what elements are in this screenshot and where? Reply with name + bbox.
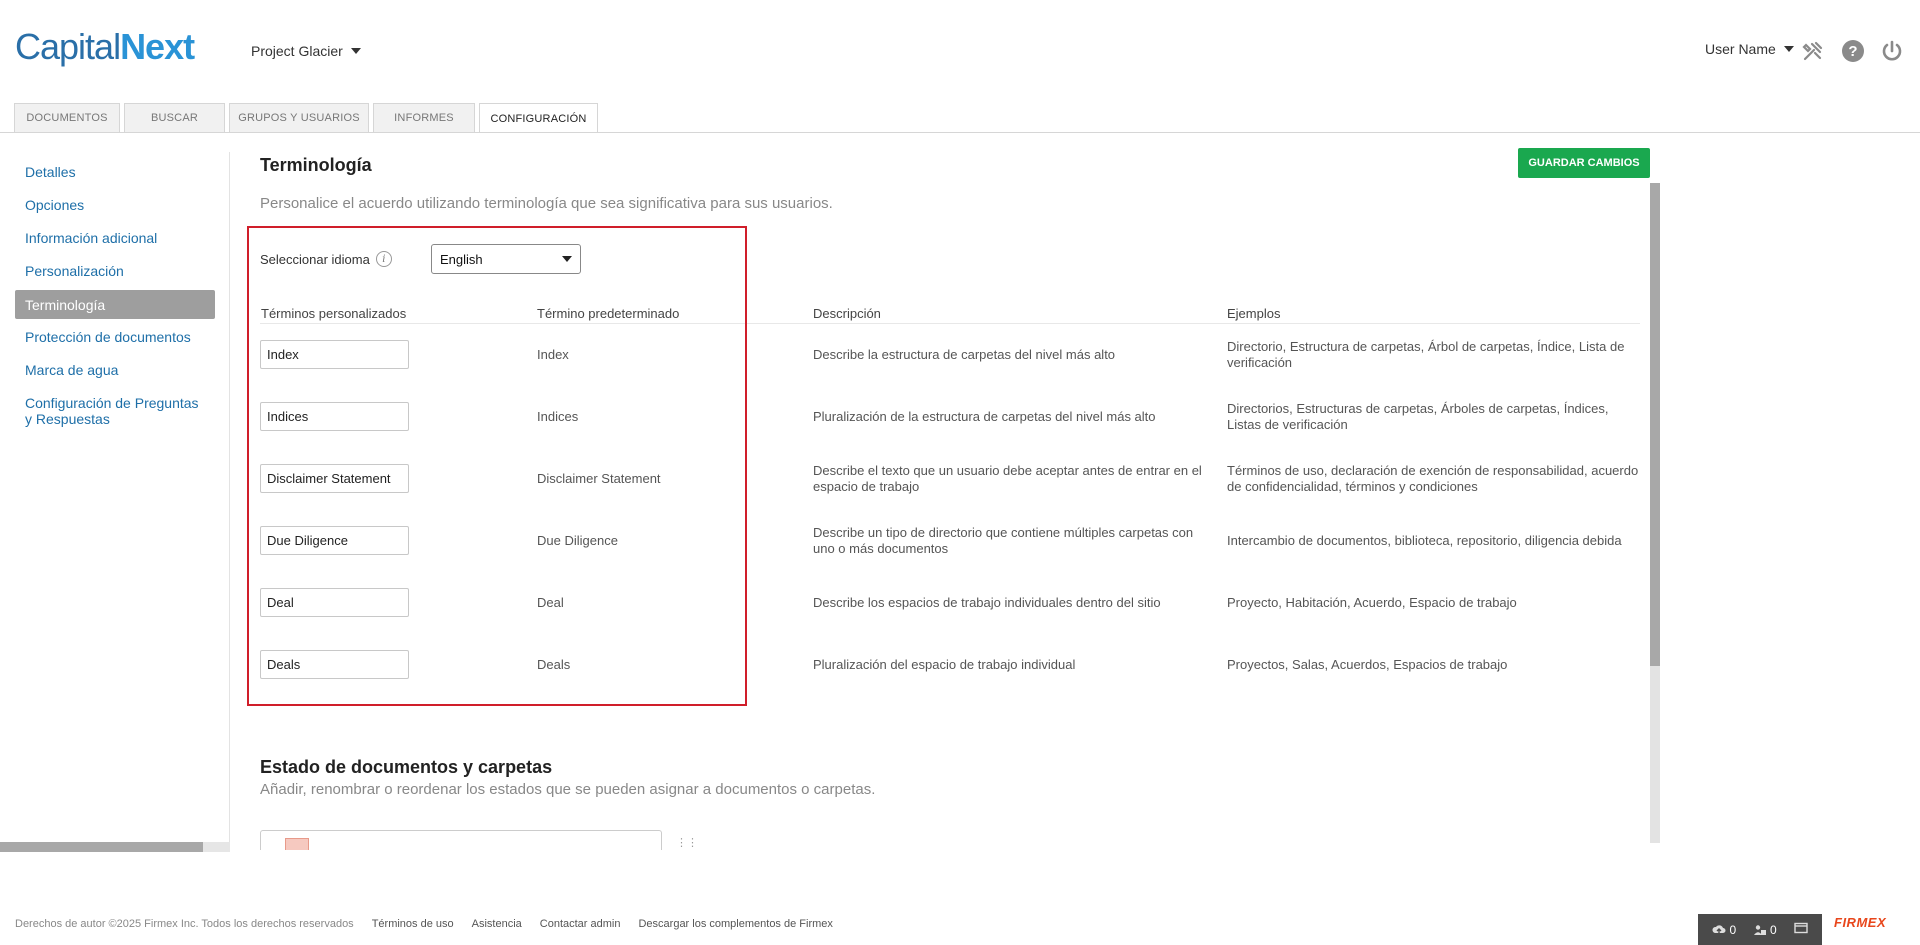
sidebar-divider (229, 152, 230, 852)
sidebar-item-opciones[interactable]: Opciones (15, 197, 215, 213)
page-title: Terminología (260, 155, 372, 175)
project-selector[interactable]: Project Glacier (251, 43, 361, 59)
term-description: Describe los espacios de trabajo individ… (813, 595, 1161, 610)
status-tray: 0 0 (1698, 914, 1822, 945)
term-examples: Proyectos, Salas, Acuerdos, Espacios de … (1227, 657, 1508, 672)
content-scrollbar-thumb[interactable] (1650, 183, 1660, 666)
column-header-description: Descripción (813, 306, 881, 321)
tab-informes[interactable]: INFORMES (373, 103, 475, 132)
sidebar-item-informacion-adicional[interactable]: Información adicional (15, 230, 215, 246)
page-subtitle: Personalice el acuerdo utilizando termin… (260, 195, 833, 212)
term-examples: Directorio, Estructura de carpetas, Árbo… (1227, 339, 1625, 370)
copyright: Derechos de autor ©2025 Firmex Inc. Todo… (15, 918, 354, 930)
term-description: Describe la estructura de carpetas del n… (813, 347, 1116, 362)
footer-link-asistencia[interactable]: Asistencia (472, 918, 522, 930)
tab-documentos[interactable]: DOCUMENTOS (14, 103, 120, 132)
users-icon (1754, 924, 1766, 935)
tools-icon[interactable] (1800, 38, 1826, 64)
sidebar-item-proteccion-documentos[interactable]: Protección de documentos (15, 329, 215, 345)
tab-buscar[interactable]: BUSCAR (124, 103, 225, 132)
tab-divider (0, 132, 1920, 133)
term-examples: Proyecto, Habitación, Acuerdo, Espacio d… (1227, 595, 1517, 610)
sidebar-item-personalizacion[interactable]: Personalización (15, 263, 215, 279)
tab-configuracion[interactable]: CONFIGURACIÓN (479, 103, 598, 133)
term-description: Describe un tipo de directorio que conti… (813, 525, 1194, 556)
term-description: Pluralización del espacio de trabajo ind… (813, 657, 1076, 672)
user-menu[interactable]: User Name (1705, 41, 1794, 57)
capitalnext-logo: CapitalNext (15, 26, 195, 67)
users-status[interactable]: 0 (1753, 923, 1777, 937)
column-header-examples: Ejemplos (1227, 306, 1281, 321)
term-examples: Términos de uso, declaración de exención… (1227, 463, 1639, 494)
status-item[interactable] (260, 830, 662, 850)
user-name: User Name (1705, 41, 1776, 57)
sidebar-scrollbar-thumb[interactable] (0, 842, 203, 852)
drag-handle-icon[interactable]: ⋮⋮ (676, 836, 698, 849)
term-examples: Intercambio de documentos, biblioteca, r… (1227, 533, 1622, 548)
upload-status[interactable]: 0 (1712, 923, 1736, 937)
sidebar-item-marca-agua[interactable]: Marca de agua (15, 362, 215, 378)
term-description: Describe el texto que un usuario debe ac… (813, 463, 1202, 494)
upload-icon (1712, 924, 1726, 934)
window-icon[interactable] (1793, 922, 1808, 937)
main-tabs: DOCUMENTOS BUSCAR GRUPOS Y USUARIOS INFO… (14, 103, 598, 133)
chevron-down-icon (350, 48, 361, 54)
term-examples: Directorios, Estructuras de carpetas, Ár… (1227, 401, 1609, 432)
help-icon[interactable]: ? (1840, 38, 1866, 64)
footer-link-contactar[interactable]: Contactar admin (540, 918, 621, 930)
highlight-box (247, 226, 747, 706)
sidebar-item-terminologia[interactable]: Terminología (15, 290, 215, 319)
footer-link-descargar[interactable]: Descargar los complementos de Firmex (638, 918, 832, 930)
status-color-swatch[interactable] (285, 838, 309, 850)
section-title-estado: Estado de documentos y carpetas (260, 757, 553, 777)
sidebar-item-preguntas-respuestas[interactable]: Configuración de Preguntas y Respuestas (15, 395, 215, 427)
project-name: Project Glacier (251, 43, 343, 59)
term-description: Pluralización de la estructura de carpet… (813, 409, 1156, 424)
footer: Derechos de autor ©2025 Firmex Inc. Todo… (15, 918, 833, 930)
svg-text:?: ? (1848, 43, 1857, 60)
firmex-logo: FIRMEX (1834, 915, 1887, 930)
section-subtitle-estado: Añadir, renombrar o reordenar los estado… (260, 781, 876, 798)
sidebar-item-detalles[interactable]: Detalles (15, 164, 215, 180)
tab-grupos-usuarios[interactable]: GRUPOS Y USUARIOS (229, 103, 369, 132)
save-changes-button[interactable]: GUARDAR CAMBIOS (1518, 148, 1650, 178)
power-icon[interactable] (1879, 38, 1905, 64)
chevron-down-icon (1783, 46, 1794, 52)
footer-link-terminos[interactable]: Términos de uso (372, 918, 454, 930)
